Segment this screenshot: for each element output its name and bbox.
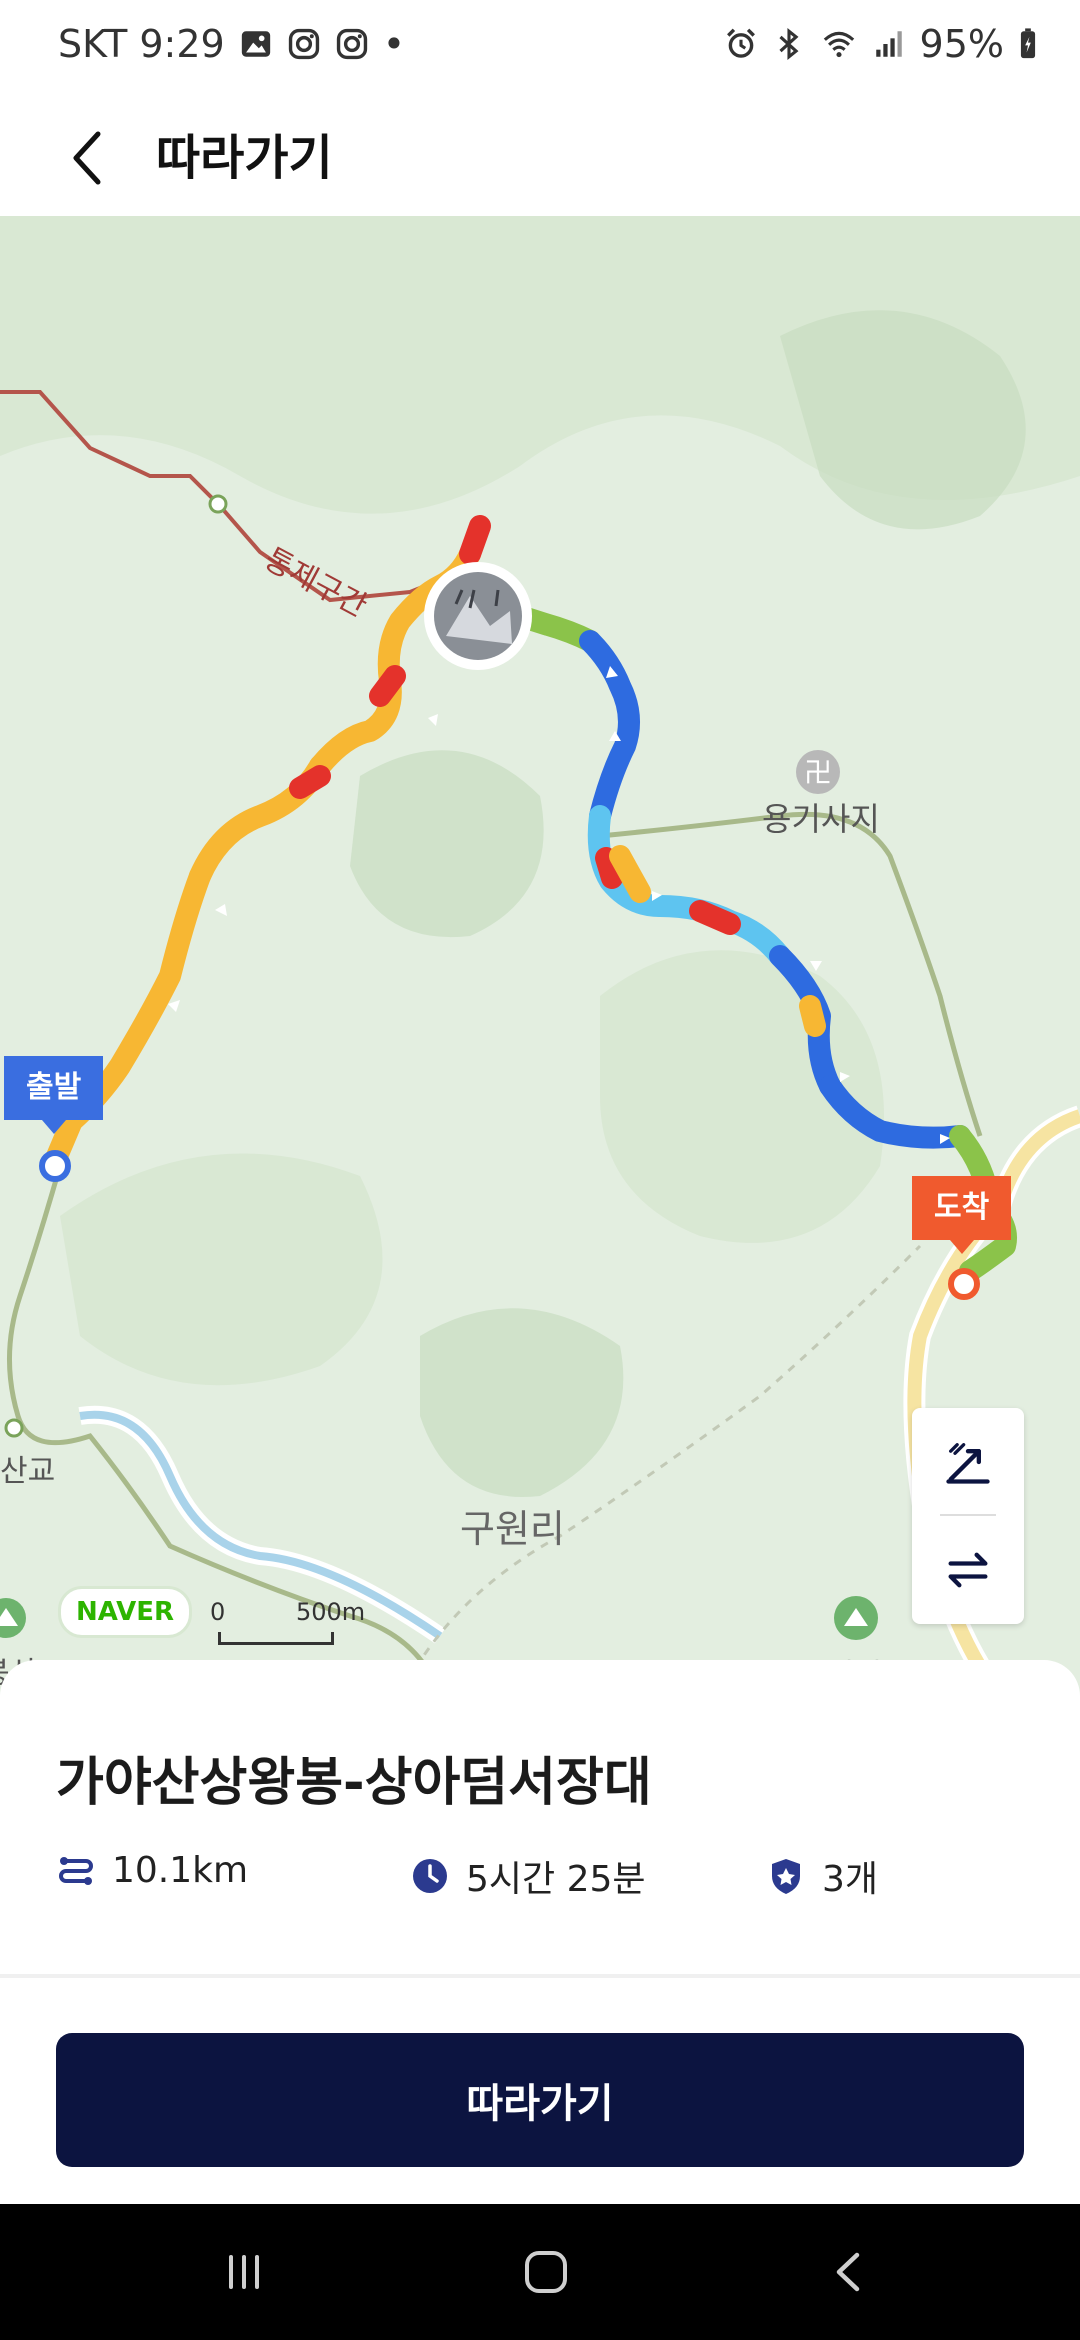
distance-value: 10.1km	[112, 1850, 249, 1891]
back-arrow-icon	[836, 2252, 860, 2292]
battery-percent: 95%	[919, 22, 1004, 66]
map-controls	[912, 1408, 1024, 1624]
chevron-left-icon	[73, 131, 101, 185]
end-tag: 도착	[912, 1176, 1012, 1254]
bridge-label: 산교	[0, 1454, 56, 1489]
status-left: SKT 9:29 •	[58, 22, 405, 66]
system-nav-bar	[0, 2204, 1080, 2340]
scale-bar	[218, 1632, 334, 1645]
start-tag: 출발	[4, 1056, 104, 1134]
clock-icon	[413, 1859, 447, 1893]
status-bar: SKT 9:29 • 95%	[0, 0, 1080, 100]
swap-icon	[948, 1552, 988, 1588]
recents-button[interactable]	[194, 2234, 294, 2310]
home-button[interactable]	[496, 2234, 596, 2310]
village-label: 구원리	[460, 1507, 565, 1551]
alarm-icon	[726, 28, 755, 58]
bluetooth-icon	[778, 28, 799, 60]
count-value: 3개	[822, 1859, 879, 1900]
wifi-icon	[823, 31, 854, 58]
gallery-icon	[241, 31, 270, 57]
naver-logo: NAVER	[58, 1586, 192, 1638]
controls-divider	[940, 1514, 996, 1516]
temple-label: 용기사지	[762, 800, 880, 838]
time-value: 5시간 25분	[466, 1859, 646, 1900]
page-title: 따라가기	[156, 130, 333, 186]
back-button[interactable]	[52, 116, 124, 200]
slope-toggle-button[interactable]	[912, 1412, 1024, 1512]
app-bar: 따라가기	[0, 100, 1080, 216]
status-right: 95%	[724, 22, 1038, 66]
signal-icon	[875, 31, 902, 57]
time-stat: 5시간 25분	[410, 1850, 646, 1902]
home-icon	[525, 2251, 567, 2293]
reverse-route-button[interactable]	[912, 1520, 1024, 1620]
route-icon	[59, 1856, 93, 1885]
distance-stat: 10.1km	[56, 1850, 248, 1891]
sheet-divider	[0, 1974, 1080, 1978]
system-back-button[interactable]	[800, 2234, 900, 2310]
carrier-time: SKT 9:29	[58, 22, 225, 66]
course-title: 가야산상왕봉-상아덤서장대	[56, 1753, 652, 1813]
instagram-icon	[288, 28, 319, 60]
svg-text:卍: 卍	[804, 756, 832, 789]
recents-icon	[229, 2255, 259, 2289]
badge-icon	[772, 1859, 800, 1894]
route-map[interactable]: 卍 통제구간 용기사지 구원리 산교 봉산 가산 출발 도착 NAVER 0 5…	[0, 216, 1080, 1696]
notification-dot: •	[382, 22, 406, 66]
scale-distance: 500m	[296, 1598, 366, 1626]
course-info-sheet: 가야산상왕봉-상아덤서장대 10.1km 5시간 25분 3개 따라가기	[0, 1660, 1080, 2204]
slope-icon	[946, 1443, 990, 1484]
instagram-icon	[336, 28, 367, 60]
count-stat: 3개	[766, 1850, 878, 1902]
scale-zero: 0	[210, 1598, 226, 1626]
follow-button[interactable]: 따라가기	[56, 2033, 1024, 2167]
battery-icon	[1020, 28, 1036, 59]
